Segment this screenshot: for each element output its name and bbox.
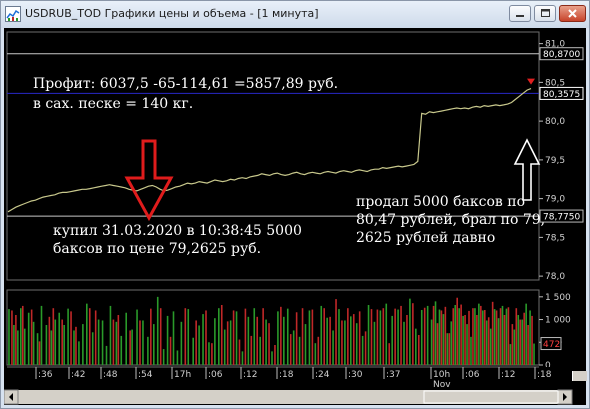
- price-tag-label: 78,7750: [543, 213, 580, 223]
- minimize-icon: [516, 15, 524, 17]
- window-title: USDRUB_TOD Графики цены и объема - [1 ми…: [25, 7, 319, 20]
- time-axis-label: 10h: [433, 370, 450, 380]
- time-axis-label: :12: [501, 370, 515, 380]
- buy-note-line2: баксов по цене 79,2625 руб.: [53, 241, 262, 257]
- price-tag-label: 80,8700: [543, 50, 580, 60]
- time-axis-label: :18: [279, 370, 294, 380]
- time-axis-label: :37: [386, 370, 400, 380]
- close-icon: [568, 9, 577, 18]
- volume-axis-label: 1 000: [545, 316, 571, 326]
- price-axis-label: 79,0: [545, 195, 565, 205]
- profit-note-line2: в сах. песке = 140 кг.: [33, 96, 194, 112]
- time-axis-label: :54: [138, 370, 153, 380]
- time-axis-label: :42: [71, 370, 85, 380]
- price-axis-label: 80,5: [545, 78, 565, 88]
- time-axis-label: :48: [103, 370, 118, 380]
- sell-note-line3: 2625 рублей давно: [356, 230, 496, 246]
- time-axis-label: :24: [315, 370, 330, 380]
- maximize-icon: [541, 9, 550, 17]
- chart-app-icon: [5, 6, 21, 22]
- chart-window: USDRUB_TOD Графики цены и объема - [1 ми…: [0, 0, 590, 409]
- price-tag-label: 80,3575: [543, 90, 580, 100]
- minimize-button[interactable]: [509, 5, 531, 22]
- price-axis-label: 79,5: [545, 156, 565, 166]
- time-axis-label: :30: [348, 370, 363, 380]
- time-axis-label: :18: [537, 370, 552, 380]
- sell-arrow: [513, 138, 541, 201]
- time-axis-label: :06: [465, 370, 480, 380]
- horizontal-scrollbar[interactable]: [4, 389, 573, 405]
- scroll-thumb: [423, 390, 559, 404]
- price-axis-label: 80,0: [545, 117, 565, 127]
- sell-note-line1: продал 5000 баксов по: [356, 194, 525, 210]
- sell-marker: [527, 78, 535, 85]
- maximize-button[interactable]: [534, 5, 556, 22]
- size-grip[interactable]: [572, 371, 587, 381]
- buy-arrow: [124, 139, 174, 222]
- time-axis-label: :36: [38, 370, 53, 380]
- time-axis-date-label: Nov: [433, 380, 451, 390]
- time-axis-label: 17h: [174, 370, 191, 380]
- buy-note-line1: купил 31.03.2020 в 10:38:45 5000: [53, 223, 302, 239]
- price-axis-label: 78,0: [545, 272, 565, 282]
- profit-note-line1: Профит: 6037,5 -65-114,61 =5857,89 руб.: [33, 76, 339, 92]
- close-button[interactable]: [559, 5, 586, 22]
- price-axis-label: 78,5: [545, 233, 565, 243]
- sell-note-line2: 80,47 рублей, брал по 79,: [356, 212, 546, 228]
- time-axis-label: :12: [243, 370, 257, 380]
- title-bar[interactable]: USDRUB_TOD Графики цены и объема - [1 ми…: [1, 1, 589, 28]
- volume-axis-label: 1 500: [545, 293, 571, 303]
- volume-current-label: 472: [543, 340, 560, 350]
- time-axis-label: :06: [208, 370, 223, 380]
